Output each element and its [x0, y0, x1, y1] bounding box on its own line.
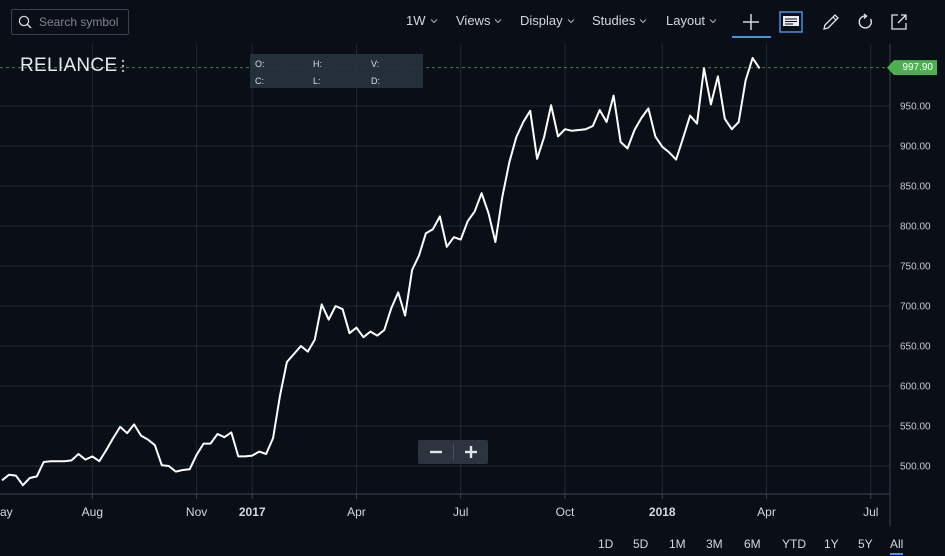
x-tick-label: Apr	[757, 505, 776, 519]
y-tick-label: 650.00	[900, 342, 931, 353]
x-tick-label: Apr	[347, 505, 366, 519]
symbol-label[interactable]: RELIANCE	[20, 55, 117, 77]
range-6m[interactable]: 6M	[744, 537, 761, 551]
x-tick-label: 2018	[649, 505, 676, 519]
y-axis-labels: 500.00 550.00 600.00 650.00 700.00 750.00 800.…	[900, 102, 931, 473]
x-tick-label: Jul	[453, 505, 468, 519]
x-tick-label: Nov	[186, 505, 207, 519]
y-tick-label: 600.00	[900, 382, 931, 393]
plus-icon	[464, 446, 477, 458]
x-tick-label: Oct	[556, 505, 575, 519]
zoom-control	[418, 440, 488, 464]
zoom-in-button[interactable]	[453, 440, 488, 464]
open-label: O:	[255, 59, 265, 69]
range-1m[interactable]: 1M	[669, 537, 686, 551]
x-tick-label: 2017	[239, 505, 266, 519]
volume-label: V:	[371, 59, 380, 69]
y-tick-label: 850.00	[900, 182, 931, 193]
range-all[interactable]: All	[890, 537, 904, 555]
more-vertical-icon[interactable]	[119, 58, 127, 74]
ohlc-legend: O: H: V: C: L: D:	[250, 54, 423, 88]
range-5y[interactable]: 5Y	[858, 537, 873, 551]
x-tick-label: Jul	[863, 505, 878, 519]
low-label: L:	[313, 76, 321, 86]
high-label: H:	[313, 59, 322, 69]
range-1d[interactable]: 1D	[598, 537, 613, 551]
x-axis-labels: ay Aug Nov 2017 Apr Jul Oct 2018 Apr Jul	[0, 505, 878, 519]
price-series-line	[1, 57, 761, 487]
y-tick-label: 700.00	[900, 302, 931, 313]
y-tick-label: 500.00	[900, 462, 931, 473]
x-tick-label: ay	[0, 505, 13, 519]
range-ytd[interactable]: YTD	[782, 537, 806, 551]
date-label: D:	[371, 76, 380, 86]
y-tick-label: 550.00	[900, 422, 931, 433]
y-tick-label: 900.00	[900, 142, 931, 153]
close-label: C:	[255, 76, 264, 86]
range-1y[interactable]: 1Y	[824, 537, 839, 551]
range-3m[interactable]: 3M	[706, 537, 723, 551]
chart-grid	[0, 44, 890, 499]
range-selector: 1D 5D 1M 3M 6M YTD 1Y 5Y All	[0, 526, 945, 556]
minus-icon	[429, 450, 442, 454]
range-5d[interactable]: 5D	[633, 537, 648, 551]
last-price-tag: 997.90	[887, 60, 937, 76]
zoom-divider	[453, 444, 454, 460]
zoom-out-button[interactable]	[418, 440, 453, 464]
y-tick-label: 800.00	[900, 222, 931, 233]
x-tick-label: Aug	[82, 505, 103, 519]
y-tick-label: 750.00	[900, 262, 931, 273]
y-tick-label: 950.00	[900, 102, 931, 113]
